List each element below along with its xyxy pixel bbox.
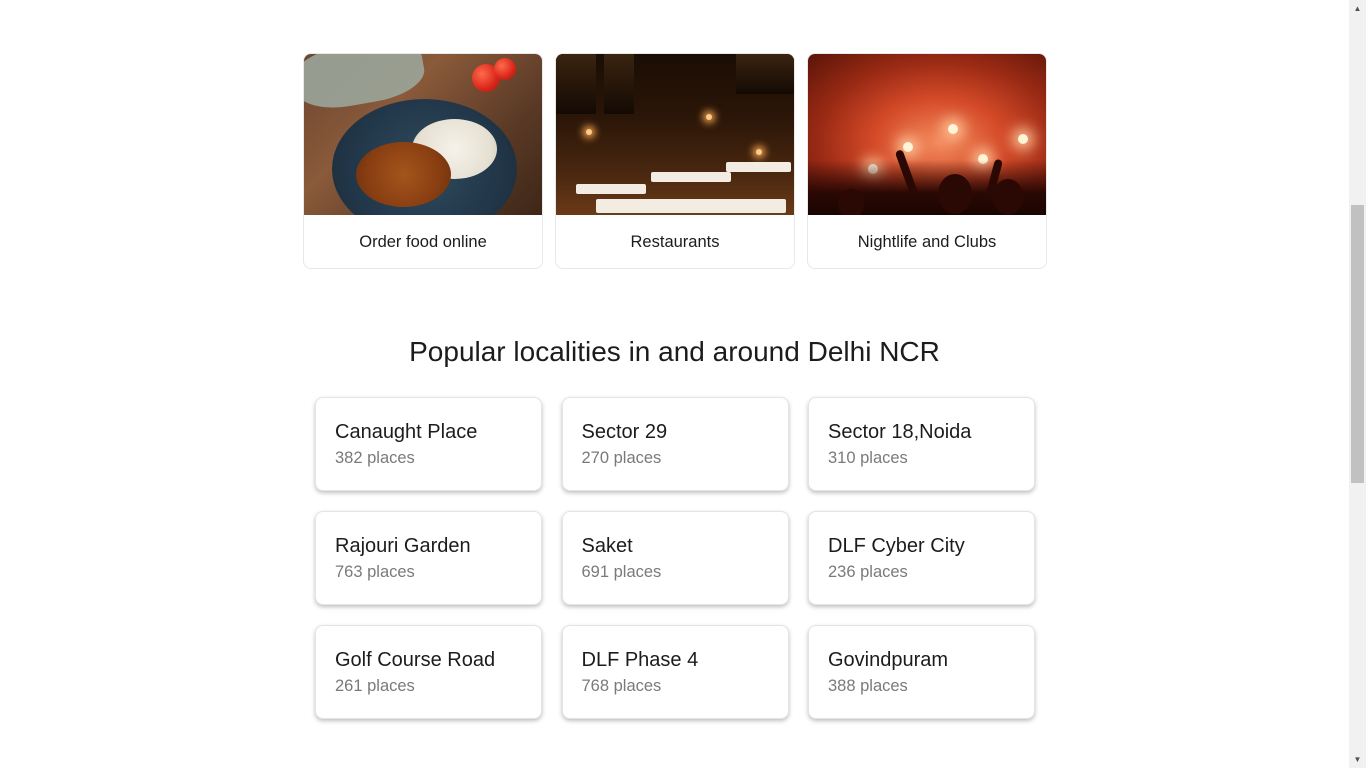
locality-card[interactable]: Canaught Place 382 places (315, 397, 542, 491)
locality-count: 382 places (335, 449, 415, 467)
locality-count: 768 places (581, 677, 662, 695)
locality-count: 691 places (581, 563, 662, 581)
locality-count: 236 places (828, 563, 908, 581)
locality-name: Sector 29 (581, 421, 668, 443)
locality-card[interactable]: Golf Course Road 261 places (315, 625, 542, 719)
locality-name: Golf Course Road (335, 649, 496, 671)
locality-card[interactable]: Rajouri Garden 763 places (315, 511, 542, 605)
locality-count: 763 places (335, 563, 415, 581)
locality-card[interactable]: DLF Phase 4 768 places (561, 625, 789, 719)
locality-card[interactable]: Govindpuram 388 places (808, 625, 1035, 719)
locality-count: 310 places (828, 449, 908, 467)
category-card-nightlife[interactable]: Nightlife and Clubs (807, 53, 1047, 269)
locality-card[interactable]: Sector 29 270 places (561, 397, 789, 491)
category-label: Restaurants (630, 233, 720, 251)
locality-name: DLF Phase 4 (581, 649, 699, 671)
restaurant-interior-image (556, 54, 794, 215)
category-label: Order food online (359, 233, 487, 251)
section-title: Popular localities in and around Delhi N… (409, 336, 940, 367)
page: Order food online Restaurants Nightlife … (0, 0, 1349, 768)
nightclub-crowd-image (808, 54, 1046, 215)
food-plate-image (304, 54, 542, 215)
locality-card[interactable]: Saket 691 places (561, 511, 789, 605)
locality-name: Canaught Place (335, 421, 478, 443)
locality-name: Govindpuram (828, 649, 949, 671)
locality-name: DLF Cyber City (828, 535, 965, 557)
category-card-restaurants[interactable]: Restaurants (555, 53, 795, 269)
locality-name: Sector 18,Noida (828, 421, 972, 443)
locality-count: 261 places (335, 677, 415, 695)
localities-grid: Canaught Place 382 places Sector 29 270 … (315, 397, 1035, 719)
scroll-up-arrow-icon[interactable]: ▲ (1349, 0, 1366, 17)
locality-count: 388 places (828, 677, 908, 695)
category-label: Nightlife and Clubs (857, 233, 997, 251)
scroll-down-arrow-icon[interactable]: ▼ (1349, 751, 1366, 768)
vertical-scrollbar[interactable]: ▲ ▼ (1349, 0, 1366, 768)
locality-count: 270 places (581, 449, 662, 467)
locality-name: Rajouri Garden (335, 535, 471, 557)
scrollbar-thumb[interactable] (1351, 205, 1364, 483)
locality-name: Saket (581, 535, 633, 557)
locality-card[interactable]: DLF Cyber City 236 places (808, 511, 1035, 605)
category-row: Order food online Restaurants Nightlife … (303, 53, 1047, 269)
category-card-order-food[interactable]: Order food online (303, 53, 543, 269)
locality-card[interactable]: Sector 18,Noida 310 places (808, 397, 1035, 491)
